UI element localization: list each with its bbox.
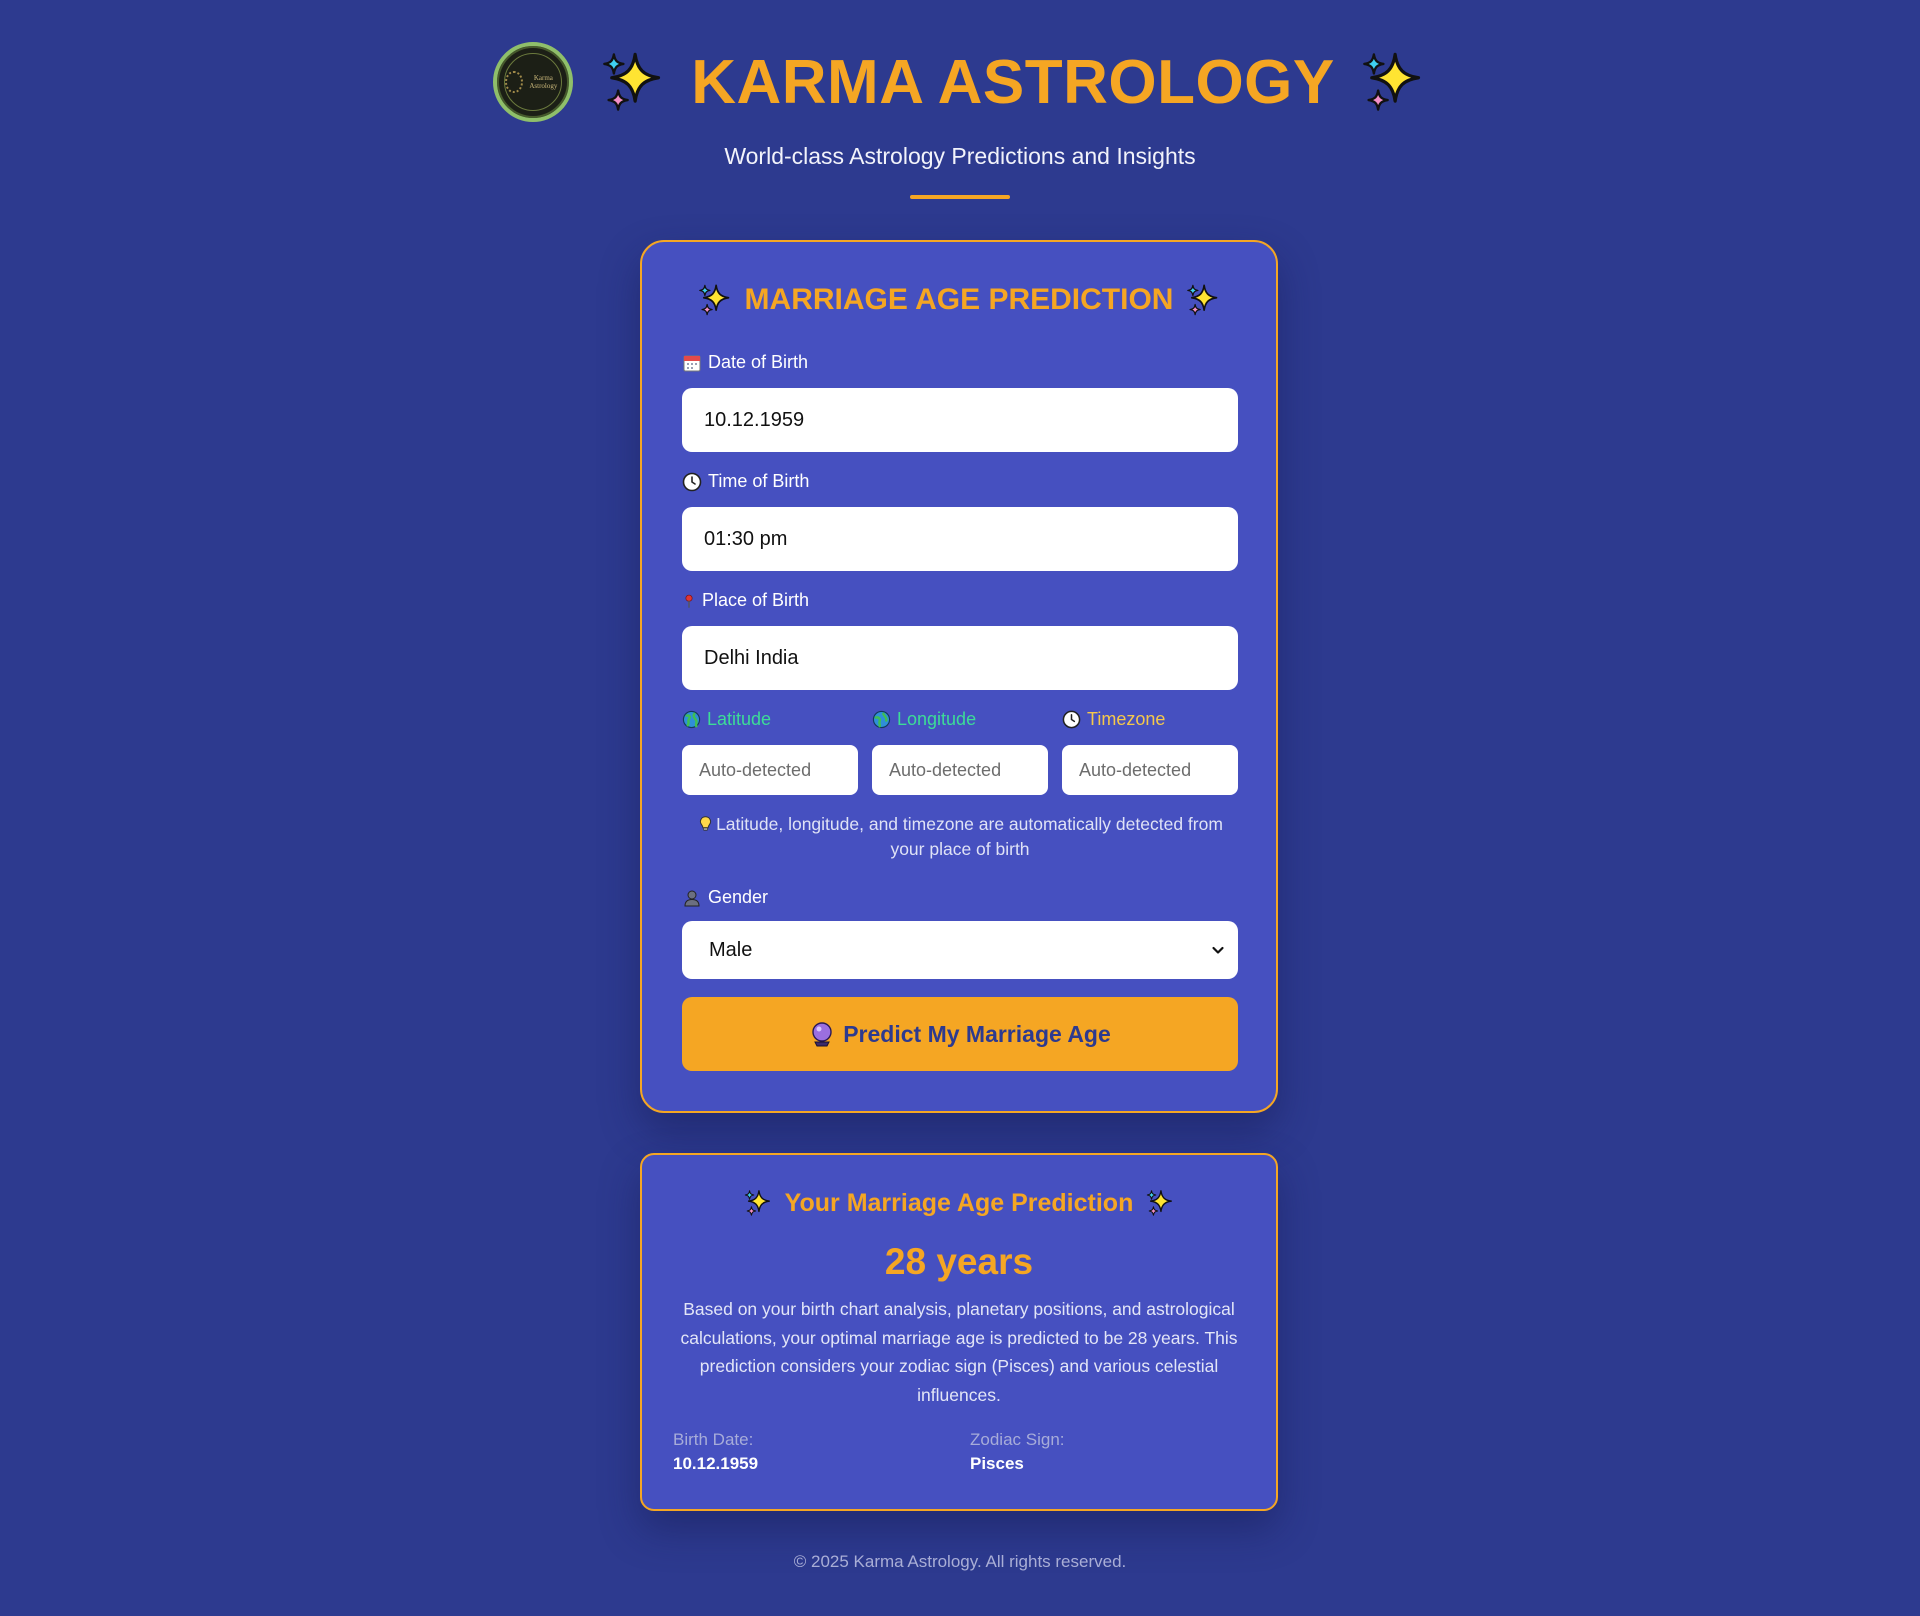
longitude-input[interactable]: Auto-detected [872, 745, 1048, 795]
result-title-text: Your Marriage Age Prediction [784, 1188, 1134, 1217]
globe-icon [872, 710, 891, 729]
logo-text: Karma Astrology [529, 74, 558, 90]
birth-date-label: Birth Date: [673, 1430, 754, 1449]
site-header: Karma Astrology KARMA ASTROLOGY [0, 38, 1920, 126]
timezone-label: Timezone [1062, 709, 1165, 730]
form-title: MARRIAGE AGE PREDICTION [642, 282, 1276, 318]
sparkles-icon [1185, 282, 1221, 318]
sparkles-icon [697, 282, 733, 318]
brand-title: KARMA ASTROLOGY [691, 47, 1335, 117]
auto-detect-hint: Latitude, longitude, and timezone are au… [682, 812, 1238, 862]
predict-button[interactable]: Predict My Marriage Age [682, 997, 1238, 1071]
header-divider [910, 195, 1010, 199]
lightbulb-icon [699, 816, 712, 831]
predicted-age: 28 years [884, 1241, 1034, 1282]
timezone-input[interactable]: Auto-detected [1062, 745, 1238, 795]
prediction-form-card: MARRIAGE AGE PREDICTION Date of Birth 10… [640, 240, 1278, 1113]
tob-input[interactable]: 01:30 pm [682, 507, 1238, 571]
calendar-icon [683, 355, 701, 371]
zodiac-value: Pisces [970, 1454, 1024, 1473]
clock-icon [1062, 710, 1081, 729]
birth-date-summary: Birth Date: 10.12.1959 [673, 1430, 758, 1474]
latitude-label: Latitude [682, 709, 771, 730]
form-title-text: MARRIAGE AGE PREDICTION [744, 283, 1174, 316]
sparkles-icon [1145, 1188, 1175, 1218]
zodiac-label: Zodiac Sign: [970, 1430, 1065, 1449]
birth-date-value: 10.12.1959 [673, 1454, 759, 1473]
zodiac-summary: Zodiac Sign: Pisces [970, 1430, 1065, 1474]
pushpin-icon [685, 594, 693, 608]
logo-wheel-icon [505, 71, 523, 93]
result-title: Your Marriage Age Prediction [642, 1188, 1276, 1218]
sparkles-icon [599, 48, 667, 116]
gender-select[interactable]: Male [682, 921, 1238, 979]
longitude-label: Longitude [872, 709, 976, 730]
dob-label: Date of Birth [682, 352, 808, 373]
tagline: World-class Astrology Predictions and In… [724, 143, 1196, 169]
latitude-input[interactable]: Auto-detected [682, 745, 858, 795]
pob-label: Place of Birth [682, 590, 809, 611]
gender-select-value: Male [709, 938, 753, 961]
sparkles-icon [1359, 48, 1427, 116]
prediction-explanation: Based on your birth chart analysis, plan… [680, 1299, 1238, 1405]
globe-icon [682, 710, 701, 729]
sparkles-icon [743, 1188, 773, 1218]
gender-label: Gender [682, 887, 768, 908]
dob-input[interactable]: 10.12.1959 [682, 388, 1238, 452]
pob-input[interactable]: Delhi India [682, 626, 1238, 690]
clock-icon [682, 472, 702, 491]
footer-copyright: © 2025 Karma Astrology. All rights reser… [793, 1552, 1127, 1571]
logo[interactable]: Karma Astrology [493, 42, 574, 122]
crystal-ball-icon [812, 1022, 832, 1047]
person-icon [684, 890, 700, 906]
chevron-down-icon [1212, 946, 1224, 954]
tob-label: Time of Birth [682, 471, 809, 492]
result-card: Your Marriage Age Prediction 28 years Ba… [640, 1153, 1278, 1511]
